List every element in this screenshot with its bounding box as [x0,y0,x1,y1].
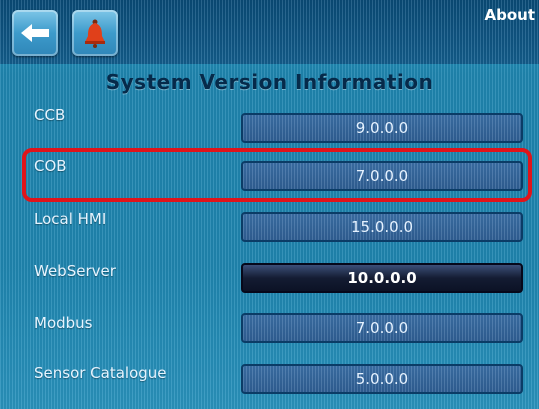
page-title: System Version Information [105,70,434,94]
row-label-local-hmi: Local HMI [34,210,107,228]
back-arrow-icon [21,24,49,42]
alarm-bell-icon [85,19,105,48]
version-box-local-hmi[interactable]: 15.0.0.0 [241,212,523,242]
version-box-webserver[interactable]: 10.0.0.0 [241,263,523,293]
row-label-webserver: WebServer [34,262,116,280]
back-button[interactable] [12,10,58,56]
version-box-modbus[interactable]: 7.0.0.0 [241,313,523,343]
version-box-ccb[interactable]: 9.0.0.0 [241,113,523,143]
row-label-ccb: CCB [34,106,66,124]
version-box-sensor-catalogue[interactable]: 5.0.0.0 [241,364,523,394]
row-label-sensor-catalogue: Sensor Catalogue [34,364,167,382]
highlight-outline [22,148,532,202]
screen: About System Version Information CCB 9.0… [0,0,539,409]
top-bar: About [0,0,539,64]
alarm-button[interactable] [72,10,118,56]
screen-title: About [484,6,535,24]
row-label-modbus: Modbus [34,314,93,332]
